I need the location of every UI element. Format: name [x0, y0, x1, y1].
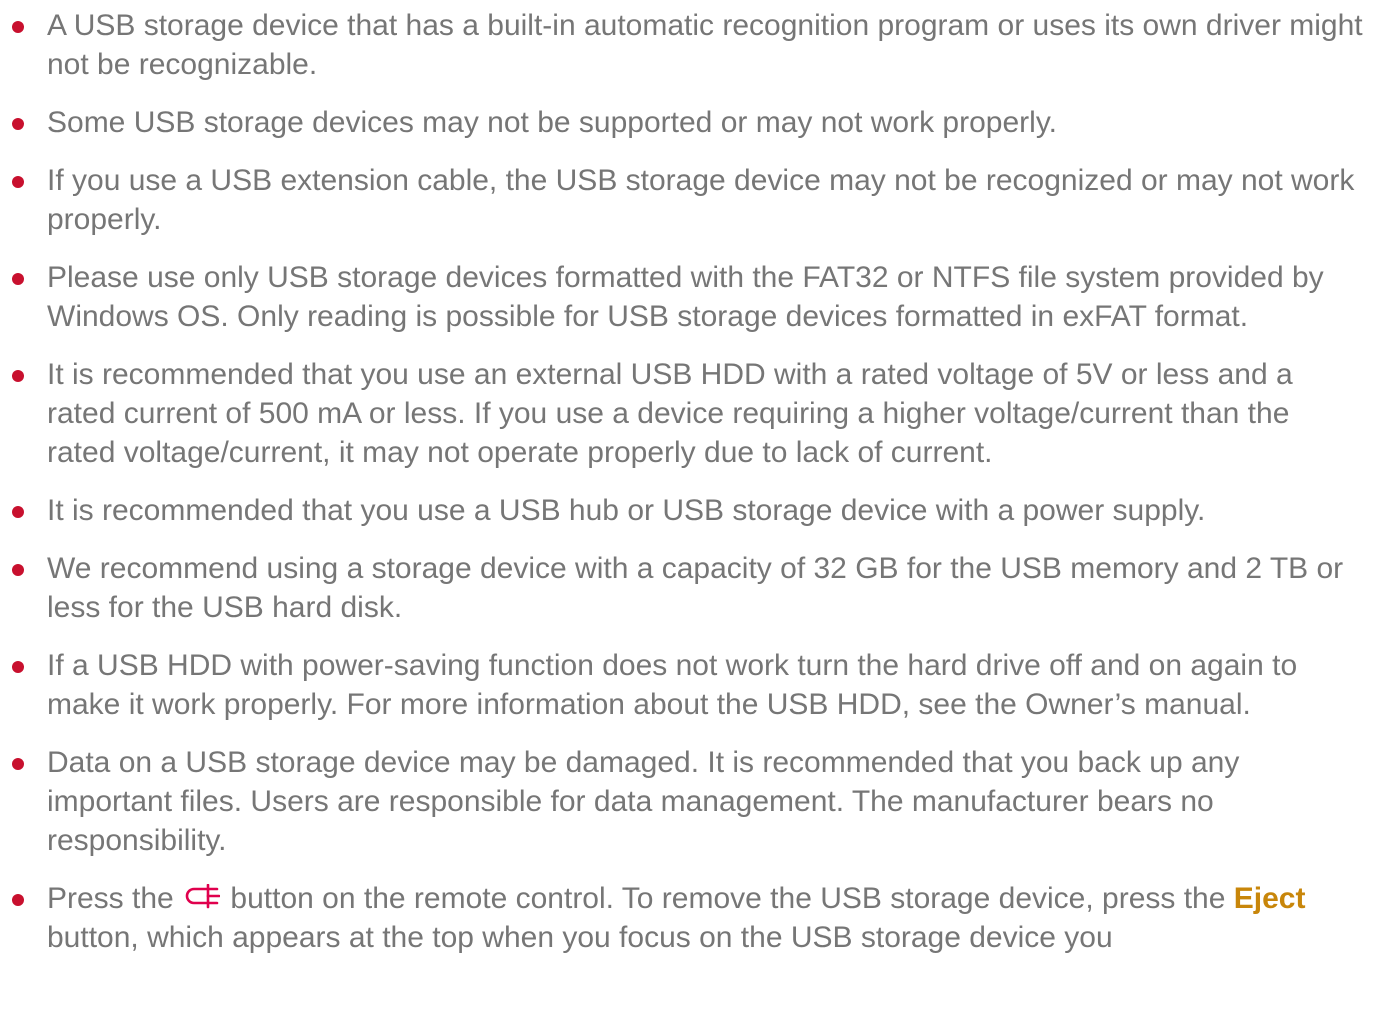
- list-item-text: A USB storage device that has a built-in…: [47, 9, 1363, 81]
- bullet-dot-icon: [12, 758, 24, 770]
- bullet-dot-icon: [12, 894, 24, 906]
- bullet-dot-icon: [12, 273, 24, 285]
- bullet-dot-icon: [12, 118, 24, 130]
- list-item-text-after-keyword: button, which appears at the top when yo…: [47, 921, 1113, 954]
- list-item-text: We recommend using a storage device with…: [47, 552, 1344, 624]
- list-item: We recommend using a storage device with…: [0, 549, 1378, 627]
- list-item-text: If a USB HDD with power-saving function …: [47, 649, 1298, 721]
- usb-input-icon: [185, 884, 221, 909]
- list-item-last: Press the button on the remote control. …: [0, 879, 1378, 957]
- list-item-text: If you use a USB extension cable, the US…: [47, 164, 1355, 236]
- list-item: If a USB HDD with power-saving function …: [0, 646, 1378, 724]
- bullet-dot-icon: [12, 176, 24, 188]
- list-item-text: Data on a USB storage device may be dama…: [47, 746, 1240, 857]
- list-item: If you use a USB extension cable, the US…: [0, 161, 1378, 239]
- list-item: Please use only USB storage devices form…: [0, 258, 1378, 336]
- list-item-text-after-icon: button on the remote control. To remove …: [230, 882, 1226, 915]
- list-item: Some USB storage devices may not be supp…: [0, 103, 1378, 142]
- usb-notes-list: A USB storage device that has a built-in…: [0, 6, 1378, 976]
- bullet-dot-icon: [12, 506, 24, 518]
- list-item-text: It is recommended that you use an extern…: [47, 358, 1293, 469]
- eject-keyword: Eject: [1233, 882, 1306, 915]
- list-item-text: Some USB storage devices may not be supp…: [47, 106, 1057, 139]
- list-item-text: It is recommended that you use a USB hub…: [47, 494, 1206, 527]
- list-item: It is recommended that you use a USB hub…: [0, 491, 1378, 530]
- list-item-text: Please use only USB storage devices form…: [47, 261, 1324, 333]
- list-item-text-before-icon: Press the: [47, 882, 174, 915]
- bullet-dot-icon: [12, 370, 24, 382]
- bullet-dot-icon: [12, 661, 24, 673]
- list-item: It is recommended that you use an extern…: [0, 355, 1378, 472]
- bullet-dot-icon: [12, 564, 24, 576]
- list-item: A USB storage device that has a built-in…: [0, 6, 1378, 84]
- list-item: Data on a USB storage device may be dama…: [0, 743, 1378, 860]
- bullet-dot-icon: [12, 21, 24, 33]
